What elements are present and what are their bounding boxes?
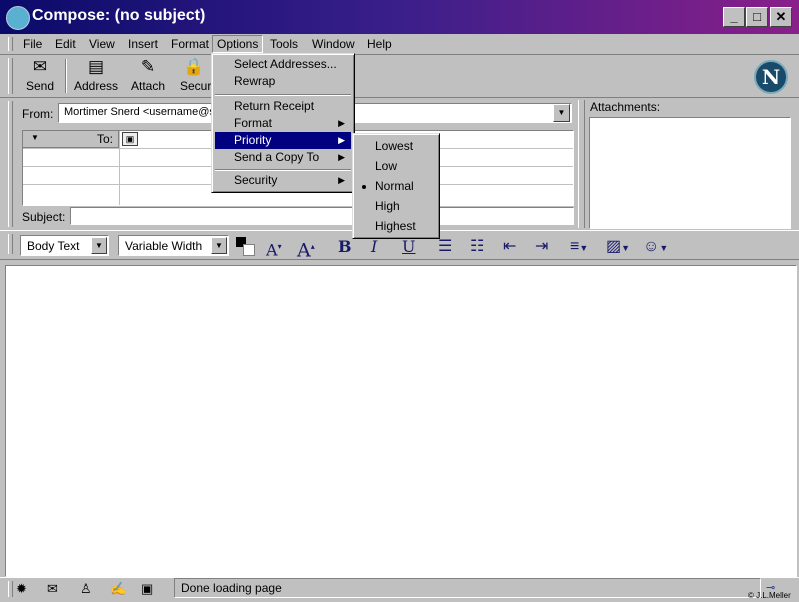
menu-view[interactable]: View (85, 36, 119, 52)
options-menu: Select Addresses... Rewrap Return Receip… (211, 53, 355, 193)
menu-item-priority[interactable]: Priority ▶ (215, 132, 351, 149)
align-icon[interactable]: ≡▼ (570, 237, 588, 257)
underline-button[interactable]: U (402, 237, 415, 257)
formatbar-grip[interactable] (8, 234, 13, 254)
priority-label: Normal (375, 179, 414, 193)
address-book-icon[interactable]: ▣ (141, 581, 153, 597)
composer-icon[interactable]: ✍ (110, 581, 126, 597)
submenu-arrow-icon: ▶ (338, 135, 345, 145)
chevron-down-icon[interactable]: ▼ (91, 237, 107, 254)
paragraph-style-value: Body Text (27, 239, 80, 253)
recipient-column-divider (119, 131, 120, 205)
menu-file[interactable]: File (19, 36, 46, 52)
priority-low[interactable]: Low (356, 157, 436, 176)
attachments-splitter[interactable] (578, 100, 585, 228)
address-grip[interactable] (8, 101, 13, 227)
send-icon: ✉ (32, 57, 48, 76)
submenu-arrow-icon: ▶ (338, 175, 345, 185)
security-button[interactable]: 🔒 Securi (177, 57, 211, 95)
message-body-editor[interactable] (5, 265, 797, 577)
menu-item-label: Security (234, 173, 278, 187)
minimize-button[interactable]: _ (723, 7, 745, 27)
menu-item-label: Format (234, 116, 273, 130)
address-button[interactable]: ▤ Address (72, 57, 120, 95)
menu-item-label: Send a Copy To (234, 150, 320, 164)
priority-high[interactable]: High (356, 197, 436, 216)
menu-tools[interactable]: Tools (266, 36, 302, 52)
title-bar[interactable]: Compose: (no subject) _ □ ✕ (0, 0, 799, 34)
chevron-down-icon[interactable]: ▼ (553, 104, 570, 122)
menu-options[interactable]: Options (212, 35, 264, 53)
menu-separator (215, 94, 351, 96)
menu-item-select-addresses[interactable]: Select Addresses... (215, 56, 351, 73)
background-color-icon[interactable] (243, 244, 255, 256)
indent-icon[interactable]: ⇥ (535, 237, 548, 257)
bullet-list-icon[interactable]: ☰ (438, 237, 452, 257)
submenu-arrow-icon: ▶ (338, 152, 345, 162)
menu-insert[interactable]: Insert (124, 36, 162, 52)
address-book-icon: ▤ (87, 57, 105, 76)
menu-item-security[interactable]: Security ▶ (215, 172, 351, 189)
status-text: Done loading page (181, 581, 282, 595)
from-label: From: (22, 107, 54, 121)
numbered-list-icon[interactable]: ☷ (470, 237, 484, 257)
people-icon[interactable]: ♙ (80, 581, 92, 597)
app-icon[interactable] (6, 6, 30, 30)
priority-highest[interactable]: Highest (356, 217, 436, 236)
paperclip-icon: ✎ (140, 57, 156, 76)
italic-button[interactable]: I (371, 237, 377, 257)
address-card-icon[interactable]: ▣ (122, 132, 138, 146)
priority-submenu: Lowest Low Normal High Highest (352, 133, 440, 239)
radio-bullet-icon (362, 185, 366, 189)
decrease-font-icon[interactable]: A▾ (266, 237, 282, 259)
bold-button[interactable]: B (338, 237, 352, 257)
menu-window[interactable]: Window (308, 36, 359, 52)
menu-item-label: Priority (234, 133, 272, 147)
status-text-panel: Done loading page (174, 578, 761, 598)
subject-input[interactable] (70, 207, 574, 225)
menu-bar: File Edit View Insert Format Options Too… (0, 34, 799, 55)
font-value: Variable Width (125, 239, 203, 253)
menubar-grip[interactable] (8, 37, 13, 51)
menu-item-format[interactable]: Format ▶ (215, 115, 351, 132)
copyright-text: © J.L.Meller (748, 591, 791, 600)
maximize-button[interactable]: □ (746, 7, 768, 27)
outdent-icon[interactable]: ⇤ (503, 237, 516, 257)
menu-separator (215, 169, 351, 171)
navigator-icon[interactable]: ✹ (16, 581, 27, 597)
lock-icon: 🔒 (183, 57, 205, 76)
menu-format[interactable]: Format (167, 36, 213, 52)
menu-help[interactable]: Help (363, 36, 396, 52)
window-title: Compose: (no subject) (32, 7, 206, 24)
insert-object-icon[interactable]: ▨▼ (606, 237, 630, 257)
submenu-arrow-icon: ▶ (338, 118, 345, 128)
close-button[interactable]: ✕ (770, 7, 792, 27)
recipient-type-header[interactable]: ▼ To: (23, 131, 119, 148)
chevron-down-icon: ▼ (31, 133, 39, 142)
priority-normal[interactable]: Normal (356, 177, 436, 196)
attachments-list[interactable] (589, 117, 791, 229)
statusbar-grip[interactable] (8, 581, 13, 597)
subject-label: Subject: (22, 210, 66, 224)
mail-icon[interactable]: ✉ (47, 581, 58, 597)
attachments-label: Attachments: (590, 100, 661, 114)
from-value: Mortimer Snerd <username@se (64, 106, 221, 118)
toolbar: ✉ Send ▤ Address ✎ Attach 🔒 Securi (0, 55, 799, 98)
toolbar-separator (65, 59, 67, 93)
font-select[interactable]: Variable Width ▼ (118, 235, 229, 256)
smiley-icon[interactable]: ☺▼ (643, 237, 668, 257)
attach-button[interactable]: ✎ Attach (127, 57, 169, 95)
priority-lowest[interactable]: Lowest (356, 137, 436, 156)
menu-item-rewrap[interactable]: Rewrap (215, 73, 351, 90)
paragraph-style-select[interactable]: Body Text ▼ (20, 235, 109, 256)
menu-item-return-receipt[interactable]: Return Receipt (215, 98, 351, 115)
increase-font-icon[interactable]: A▴ (297, 237, 315, 260)
menu-item-send-copy-to[interactable]: Send a Copy To ▶ (215, 149, 351, 166)
menu-edit[interactable]: Edit (51, 36, 80, 52)
to-label: To: (97, 132, 114, 146)
netscape-logo[interactable]: N (754, 60, 788, 94)
chevron-down-icon[interactable]: ▼ (211, 237, 227, 254)
toolbar-grip[interactable] (8, 58, 13, 94)
send-button[interactable]: ✉ Send (20, 57, 60, 95)
